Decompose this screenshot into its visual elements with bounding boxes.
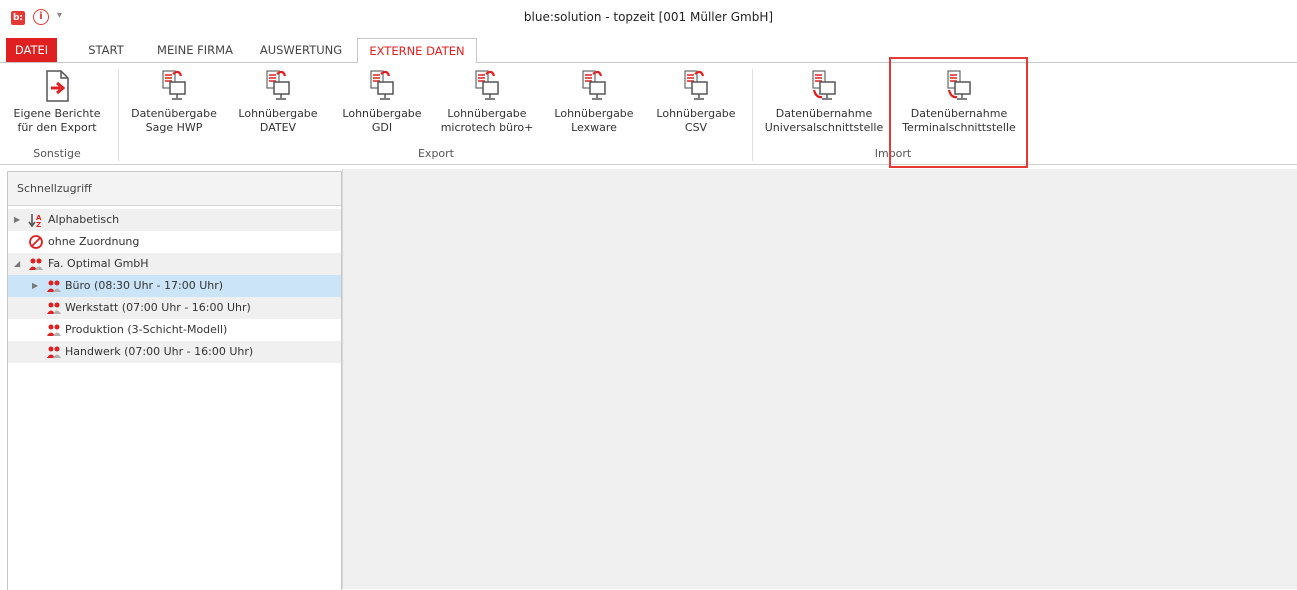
button-label: Lohnübergabe xyxy=(238,107,318,120)
tree-item-label: Fa. Optimal GmbH xyxy=(48,257,149,270)
ribbon-tab-bar: DATEI START MEINE FIRMA AUSWERTUNG EXTER… xyxy=(0,34,1297,64)
button-label: Lohnübergabe xyxy=(554,107,634,120)
lohnuebergabe-gdi-button[interactable]: Lohnübergabe GDI xyxy=(334,69,430,135)
expand-icon[interactable]: ▶ xyxy=(14,209,20,231)
tree-item-label: Werkstatt (07:00 Uhr - 16:00 Uhr) xyxy=(65,301,251,314)
button-label: Universalschnittstelle xyxy=(764,121,884,134)
group-label-export: Export xyxy=(417,147,454,160)
button-label: Datenübernahme xyxy=(775,107,873,120)
svg-text:Z: Z xyxy=(36,221,41,228)
data-export-icon xyxy=(266,70,290,100)
tab-start[interactable]: START xyxy=(80,38,132,62)
data-export-icon xyxy=(370,70,394,100)
tree-item-label: Alphabetisch xyxy=(48,213,120,226)
lohnuebergabe-lexware-button[interactable]: Lohnübergabe Lexware xyxy=(544,69,644,135)
data-export-icon xyxy=(684,70,708,100)
tree-item-alphabetisch[interactable]: ▶ A Z Alphabetisch xyxy=(8,209,341,231)
no-assignment-icon xyxy=(29,235,43,249)
lohnuebergabe-datev-button[interactable]: Lohnübergabe DATEV xyxy=(228,69,328,135)
tree-item-produktion[interactable]: Produktion (3-Schicht-Modell) xyxy=(8,319,341,341)
sort-az-icon: A Z xyxy=(28,214,42,228)
tab-auswertung[interactable]: AUSWERTUNG xyxy=(253,38,349,62)
group-icon xyxy=(47,324,61,336)
lohnuebergabe-microtech-button[interactable]: Lohnübergabe microtech büro+ xyxy=(432,69,542,135)
group-icon xyxy=(29,258,43,270)
button-label: DATEV xyxy=(259,121,297,134)
quick-access-tree: ▶ A Z Alphabetisch ohne Zuordnung ◢ Fa. … xyxy=(8,209,341,363)
button-label: Lohnübergabe xyxy=(342,107,422,120)
ribbon: Eigene Berichte für den Export Sonstige … xyxy=(0,63,1297,165)
tree-item-label: Handwerk (07:00 Uhr - 16:00 Uhr) xyxy=(65,345,254,358)
quick-access-title: Schnellzugriff xyxy=(17,182,92,195)
report-export-icon xyxy=(46,70,69,102)
data-export-icon xyxy=(582,70,606,100)
group-icon xyxy=(47,280,61,292)
tab-datei[interactable]: DATEI xyxy=(6,38,57,62)
data-import-icon xyxy=(812,70,836,100)
tree-item-werkstatt[interactable]: Werkstatt (07:00 Uhr - 16:00 Uhr) xyxy=(8,297,341,319)
eigene-berichte-button[interactable]: Eigene Berichte für den Export xyxy=(2,69,112,135)
group-label-sonstige: Sonstige xyxy=(33,147,81,160)
tree-item-label: ohne Zuordnung xyxy=(48,235,140,248)
datenuebergabe-sage-hwp-button[interactable]: Datenübergabe Sage HWP xyxy=(126,69,222,135)
data-export-icon xyxy=(475,70,499,100)
button-label: CSV xyxy=(684,121,708,134)
button-label: Sage HWP xyxy=(145,121,203,134)
datenuebernahme-universal-button[interactable]: Datenübernahme Universalschnittstelle xyxy=(758,69,890,135)
tree-item-fa-optimal[interactable]: ◢ Fa. Optimal GmbH xyxy=(8,253,341,275)
tab-meine-firma[interactable]: MEINE FIRMA xyxy=(149,38,241,62)
group-separator xyxy=(118,69,119,161)
group-icon xyxy=(47,302,61,314)
title-bar: b: i ▾ blue:solution - topzeit [001 Müll… xyxy=(0,0,1297,34)
button-label: Datenübergabe xyxy=(131,107,217,120)
data-export-icon xyxy=(162,70,186,100)
button-label: Eigene Berichte xyxy=(13,107,101,120)
tree-item-label: Büro (08:30 Uhr - 17:00 Uhr) xyxy=(65,279,224,292)
lohnuebergabe-csv-button[interactable]: Lohnübergabe CSV xyxy=(646,69,746,135)
button-label: Lohnübergabe xyxy=(447,107,527,120)
quick-access-panel: Schnellzugriff ▶ A Z Alphabetisch ohne Z… xyxy=(7,171,342,590)
button-label: GDI xyxy=(371,121,393,134)
tree-item-ohne-zuordnung[interactable]: ohne Zuordnung xyxy=(8,231,341,253)
collapse-icon[interactable]: ◢ xyxy=(14,253,20,275)
group-icon xyxy=(47,346,61,358)
group-separator xyxy=(752,69,753,161)
tree-item-buero[interactable]: ▶ Büro (08:30 Uhr - 17:00 Uhr) xyxy=(8,275,341,297)
button-label: microtech büro+ xyxy=(440,121,534,134)
expand-icon[interactable]: ▶ xyxy=(32,275,38,297)
highlight-box xyxy=(889,57,1028,168)
quick-access-header: Schnellzugriff xyxy=(8,172,341,206)
tab-externe-daten[interactable]: EXTERNE DATEN xyxy=(357,38,477,64)
button-label: für den Export xyxy=(17,121,97,134)
tree-item-handwerk[interactable]: Handwerk (07:00 Uhr - 16:00 Uhr) xyxy=(8,341,341,363)
tree-item-label: Produktion (3-Schicht-Modell) xyxy=(65,323,228,336)
button-label: Lohnübergabe xyxy=(656,107,736,120)
main-content-area xyxy=(342,169,1297,589)
window-title: blue:solution - topzeit [001 Müller GmbH… xyxy=(523,10,774,24)
button-label: Lexware xyxy=(571,121,617,134)
